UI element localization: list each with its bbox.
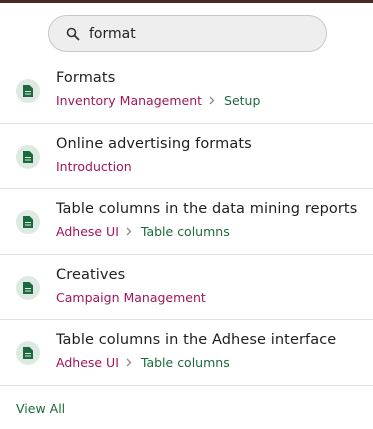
result-title[interactable]: Formats: [56, 70, 115, 86]
result-title[interactable]: Creatives: [56, 267, 125, 283]
breadcrumb: Inventory Management Setup: [56, 93, 260, 108]
result-item[interactable]: Online advertising formats Introduction: [0, 124, 373, 189]
breadcrumb: Adhese UI Table columns: [56, 355, 230, 370]
result-title[interactable]: Table columns in the data mining reports: [56, 201, 357, 217]
document-icon: [16, 210, 40, 234]
breadcrumb-primary[interactable]: Campaign Management: [56, 290, 206, 305]
chevron-right-icon: [126, 356, 134, 370]
result-title[interactable]: Online advertising formats: [56, 136, 252, 152]
result-item[interactable]: Table columns in the data mining reports…: [0, 189, 373, 255]
search-input[interactable]: [89, 22, 309, 46]
view-all-link[interactable]: View All: [16, 401, 65, 416]
result-item[interactable]: Table columns in the Adhese interface Ad…: [0, 320, 373, 386]
document-icon: [16, 144, 40, 169]
chevron-right-icon: [126, 225, 134, 239]
top-bar: [0, 0, 373, 3]
breadcrumb-primary[interactable]: Adhese UI: [56, 355, 119, 370]
breadcrumb-secondary[interactable]: Setup: [224, 93, 260, 108]
document-icon: [16, 79, 40, 103]
breadcrumb: Introduction: [56, 159, 132, 174]
search-icon: [66, 26, 80, 41]
results-list: Formats Inventory Management Setup Onlin…: [0, 58, 373, 386]
document-icon: [16, 341, 40, 365]
breadcrumb-primary[interactable]: Inventory Management: [56, 93, 202, 108]
chevron-right-icon: [209, 94, 217, 108]
document-icon: [16, 275, 40, 300]
result-title[interactable]: Table columns in the Adhese interface: [56, 332, 336, 348]
result-item[interactable]: Creatives Campaign Management: [0, 255, 373, 320]
result-item[interactable]: Formats Inventory Management Setup: [0, 58, 373, 124]
breadcrumb-secondary[interactable]: Table columns: [141, 224, 230, 239]
breadcrumb-primary[interactable]: Introduction: [56, 159, 132, 174]
breadcrumb: Campaign Management: [56, 290, 206, 305]
breadcrumb: Adhese UI Table columns: [56, 224, 230, 239]
breadcrumb-secondary[interactable]: Table columns: [141, 355, 230, 370]
search-box[interactable]: [48, 15, 327, 52]
breadcrumb-primary[interactable]: Adhese UI: [56, 224, 119, 239]
